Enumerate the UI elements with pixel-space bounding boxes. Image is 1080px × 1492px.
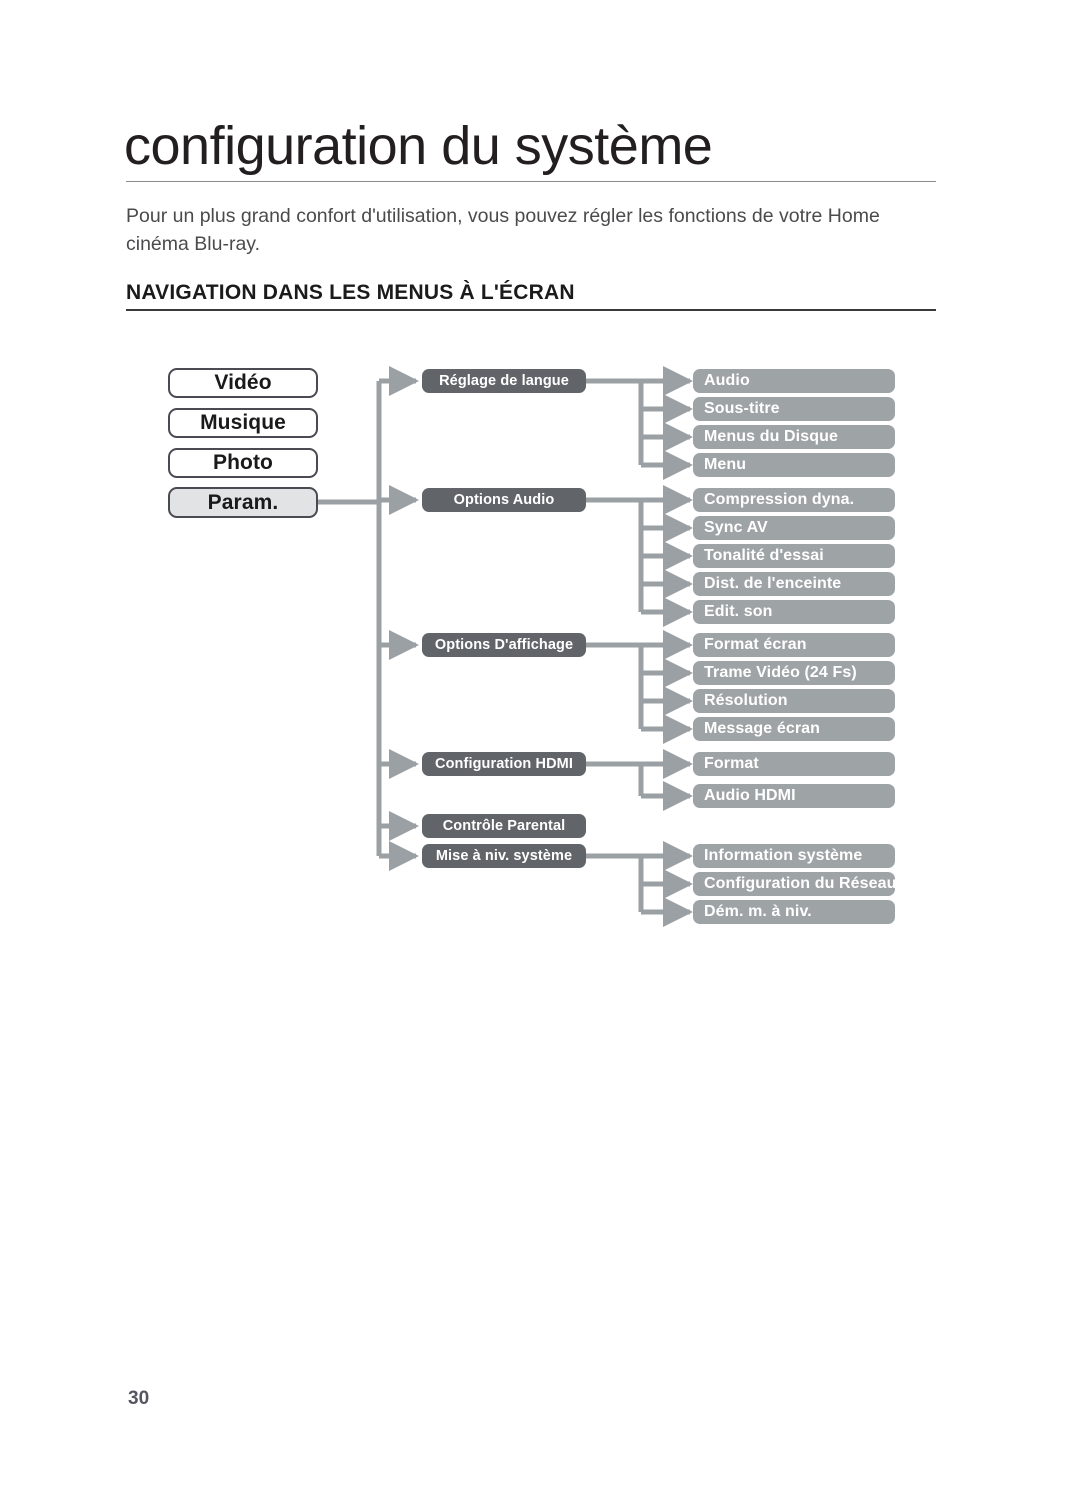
menu-node-resolution[interactable]: Résolution	[693, 689, 895, 713]
menu-node-sync-av[interactable]: Sync AV	[693, 516, 895, 540]
menu-node-video[interactable]: Vidéo	[168, 368, 318, 398]
page-number: 30	[128, 1388, 150, 1409]
menu-node-edit-son[interactable]: Edit. son	[693, 600, 895, 624]
menu-node-menus-du-disque[interactable]: Menus du Disque	[693, 425, 895, 449]
menu-node-tonalite-dessai[interactable]: Tonalité d'essai	[693, 544, 895, 568]
menu-node-options-daffichage[interactable]: Options D'affichage	[422, 633, 586, 657]
menu-node-options-audio[interactable]: Options Audio	[422, 488, 586, 512]
page-title: configuration du système	[124, 116, 713, 176]
title-divider	[126, 181, 936, 182]
menu-node-format-ecran[interactable]: Format écran	[693, 633, 895, 657]
menu-node-compression-dyna[interactable]: Compression dyna.	[693, 488, 895, 512]
menu-node-photo[interactable]: Photo	[168, 448, 318, 478]
menu-node-dem-m-a-niv[interactable]: Dém. m. à niv.	[693, 900, 895, 924]
menu-node-menu[interactable]: Menu	[693, 453, 895, 477]
menu-node-format[interactable]: Format	[693, 752, 895, 776]
menu-node-dist-de-lenceinte[interactable]: Dist. de l'enceinte	[693, 572, 895, 596]
menu-node-controle-parental[interactable]: Contrôle Parental	[422, 814, 586, 838]
menu-node-param[interactable]: Param.	[168, 487, 318, 518]
menu-node-reglage-de-langue[interactable]: Réglage de langue	[422, 369, 586, 393]
menu-node-trame-video-24fs[interactable]: Trame Vidéo (24 Fs)	[693, 661, 895, 685]
menu-node-message-ecran[interactable]: Message écran	[693, 717, 895, 741]
menu-node-configuration-reseau[interactable]: Configuration du Réseau	[693, 872, 895, 896]
menu-node-audio-hdmi[interactable]: Audio HDMI	[693, 784, 895, 808]
section-divider	[126, 309, 936, 311]
menu-node-mise-a-niv-systeme[interactable]: Mise à niv. système	[422, 844, 586, 868]
section-heading: NAVIGATION DANS LES MENUS À L'ÉCRAN	[126, 281, 575, 304]
intro-paragraph: Pour un plus grand confort d'utilisation…	[126, 205, 880, 255]
menu-node-musique[interactable]: Musique	[168, 408, 318, 438]
menu-node-configuration-hdmi[interactable]: Configuration HDMI	[422, 752, 586, 776]
menu-node-audio[interactable]: Audio	[693, 369, 895, 393]
menu-node-sous-titre[interactable]: Sous-titre	[693, 397, 895, 421]
menu-node-information-systeme[interactable]: Information système	[693, 844, 895, 868]
